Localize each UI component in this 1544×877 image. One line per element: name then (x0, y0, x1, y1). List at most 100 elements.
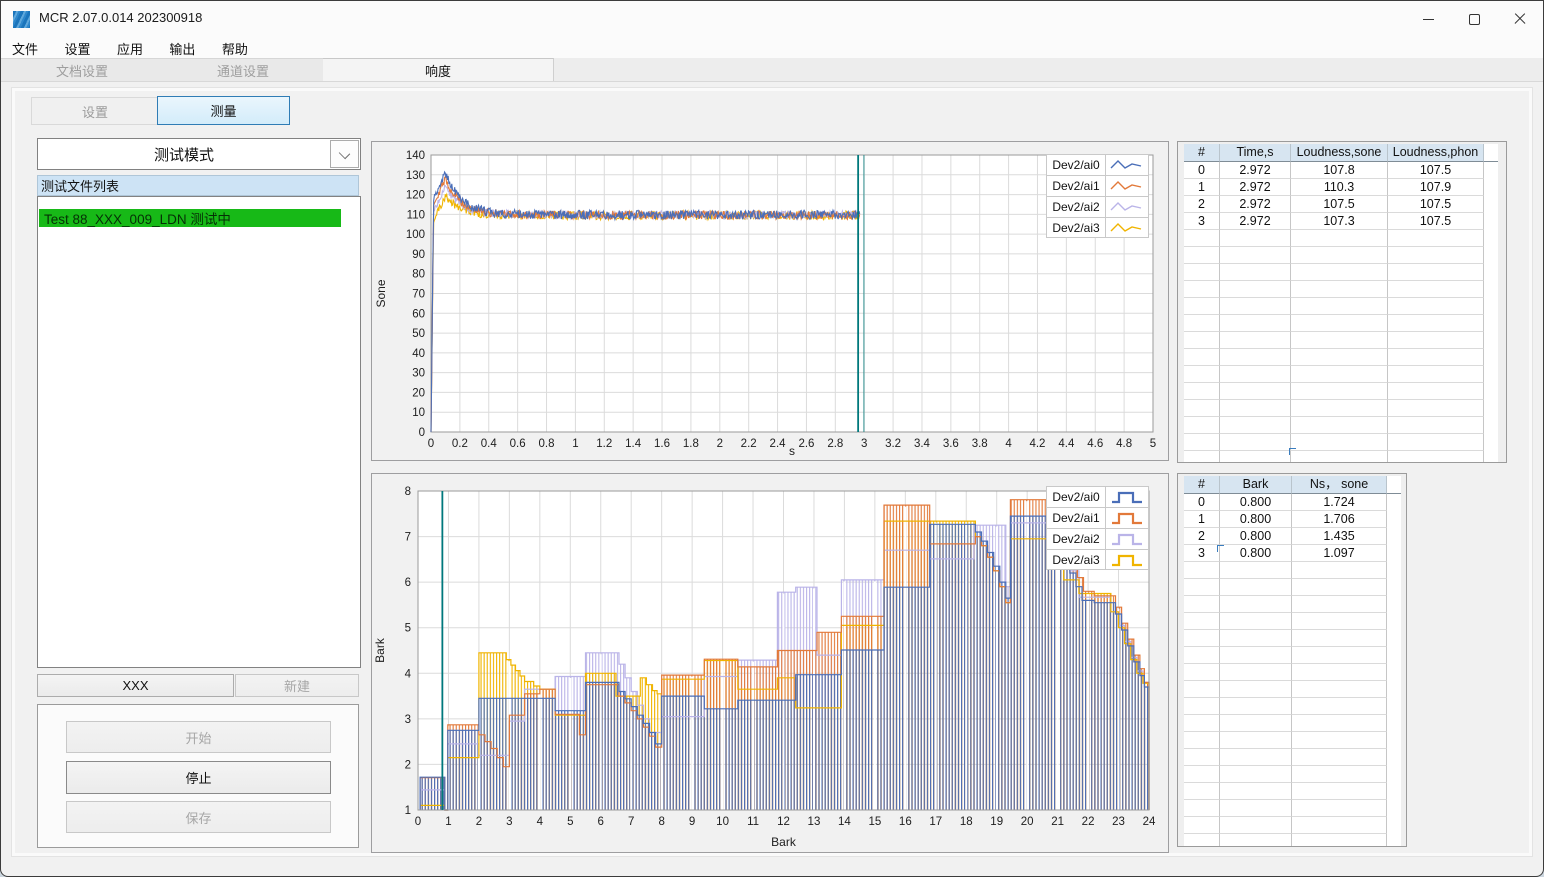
minimize-button[interactable] (1405, 1, 1451, 37)
table-cell[interactable] (1184, 400, 1220, 417)
legend-entry[interactable]: Dev2/ai2 (1046, 528, 1149, 549)
table-cell[interactable] (1388, 400, 1484, 417)
table-cell[interactable]: 0.800 (1220, 511, 1292, 528)
table-cell[interactable]: 1.435 (1292, 528, 1387, 545)
table-row[interactable] (1184, 417, 1498, 434)
table-cell[interactable] (1291, 349, 1388, 366)
table-cell[interactable] (1292, 596, 1387, 613)
table-cell[interactable] (1184, 451, 1220, 462)
table-cell[interactable] (1184, 834, 1220, 846)
table-cell[interactable] (1291, 264, 1388, 281)
table-cell[interactable] (1184, 698, 1220, 715)
table-row[interactable] (1184, 264, 1498, 281)
table-row[interactable] (1184, 834, 1401, 846)
table-cell[interactable] (1292, 732, 1387, 749)
legend-entry[interactable]: Dev2/ai0 (1046, 486, 1149, 507)
table-cell[interactable] (1388, 298, 1484, 315)
table-cell[interactable] (1220, 247, 1291, 264)
table-row[interactable]: 2 0.800 1.435 (1184, 528, 1401, 545)
legend-entry[interactable]: Dev2/ai1 (1046, 175, 1149, 196)
table-cell[interactable] (1184, 366, 1220, 383)
table-row[interactable] (1184, 766, 1401, 783)
table-cell[interactable] (1291, 451, 1388, 462)
table-cell[interactable] (1184, 647, 1220, 664)
table-row[interactable] (1184, 800, 1401, 817)
table-cell[interactable] (1292, 579, 1387, 596)
menu-settings[interactable]: 设置 (53, 37, 101, 60)
table-cell[interactable]: 107.3 (1291, 213, 1388, 230)
table-cell[interactable] (1292, 783, 1387, 800)
table-cell[interactable] (1292, 613, 1387, 630)
table-cell[interactable] (1220, 613, 1292, 630)
table-cell[interactable] (1184, 230, 1220, 247)
table-cell[interactable] (1220, 698, 1292, 715)
table-row[interactable] (1184, 247, 1498, 264)
table-row[interactable] (1184, 749, 1401, 766)
table-cell[interactable] (1184, 715, 1220, 732)
table-cell[interactable]: 0.800 (1220, 545, 1292, 562)
table-cell[interactable]: 1.097 (1292, 545, 1387, 562)
table-cell[interactable]: 1.724 (1292, 494, 1387, 511)
table-cell[interactable] (1184, 332, 1220, 349)
table-row[interactable]: 1 0.800 1.706 (1184, 511, 1401, 528)
table-cell[interactable] (1184, 817, 1220, 834)
table-cell[interactable] (1291, 417, 1388, 434)
table-cell[interactable] (1220, 749, 1292, 766)
table-row[interactable]: 2 2.972 107.5 107.5 (1184, 196, 1498, 213)
table-cell[interactable]: 107.5 (1388, 196, 1484, 213)
table-row[interactable] (1184, 298, 1498, 315)
table-cell[interactable]: 0 (1184, 162, 1220, 179)
menu-apply[interactable]: 应用 (106, 37, 154, 60)
table-cell[interactable]: 107.5 (1388, 162, 1484, 179)
table-cell[interactable] (1184, 664, 1220, 681)
table-row[interactable] (1184, 698, 1401, 715)
table-cell[interactable]: 0.800 (1220, 494, 1292, 511)
table-cell[interactable]: 1 (1184, 511, 1220, 528)
table-cell[interactable] (1220, 383, 1291, 400)
table-cell[interactable]: 2 (1184, 196, 1220, 213)
table-cell[interactable] (1292, 562, 1387, 579)
table-cell[interactable] (1184, 783, 1220, 800)
table-cell[interactable] (1184, 732, 1220, 749)
table-row[interactable]: 3 2.972 107.3 107.5 (1184, 213, 1498, 230)
table-cell[interactable] (1292, 698, 1387, 715)
table-row[interactable] (1184, 451, 1498, 462)
subtab-measure[interactable]: 测量 (157, 96, 290, 125)
table-cell[interactable] (1220, 400, 1291, 417)
table-cell[interactable] (1292, 664, 1387, 681)
table-row[interactable]: 0 0.800 1.724 (1184, 494, 1401, 511)
test-mode-select[interactable]: 测试模式 (37, 138, 361, 170)
table-cell[interactable] (1184, 349, 1220, 366)
table-row[interactable] (1184, 715, 1401, 732)
table-cell[interactable] (1184, 681, 1220, 698)
table-cell[interactable] (1291, 434, 1388, 451)
table-cell[interactable]: 1.706 (1292, 511, 1387, 528)
combo-dropdown-button[interactable] (330, 140, 359, 168)
table-cell[interactable]: 2.972 (1220, 196, 1291, 213)
table-row[interactable] (1184, 332, 1498, 349)
table-row[interactable] (1184, 349, 1498, 366)
table-row[interactable] (1184, 664, 1401, 681)
legend-entry[interactable]: Dev2/ai3 (1046, 549, 1149, 570)
table-cell[interactable]: 2.972 (1220, 162, 1291, 179)
table-cell[interactable] (1220, 332, 1291, 349)
table-cell[interactable] (1292, 630, 1387, 647)
table-cell[interactable] (1291, 230, 1388, 247)
table-cell[interactable] (1220, 817, 1292, 834)
legend-entry[interactable]: Dev2/ai2 (1046, 196, 1149, 217)
table-cell[interactable] (1292, 749, 1387, 766)
menu-help[interactable]: 帮助 (211, 37, 259, 60)
subtab-settings[interactable]: 设置 (31, 97, 159, 125)
table-cell[interactable]: 107.8 (1291, 162, 1388, 179)
table-cell[interactable] (1220, 681, 1292, 698)
table-cell[interactable] (1388, 264, 1484, 281)
tab-loudness[interactable]: 响度 (323, 58, 554, 81)
table-row[interactable] (1184, 400, 1498, 417)
maximize-button[interactable] (1451, 1, 1497, 37)
table-cell[interactable]: 2 (1184, 528, 1220, 545)
table-cell[interactable] (1388, 383, 1484, 400)
table-cell[interactable] (1291, 281, 1388, 298)
table-cell[interactable] (1292, 766, 1387, 783)
table-cell[interactable] (1220, 434, 1291, 451)
menu-file[interactable]: 文件 (1, 37, 49, 60)
